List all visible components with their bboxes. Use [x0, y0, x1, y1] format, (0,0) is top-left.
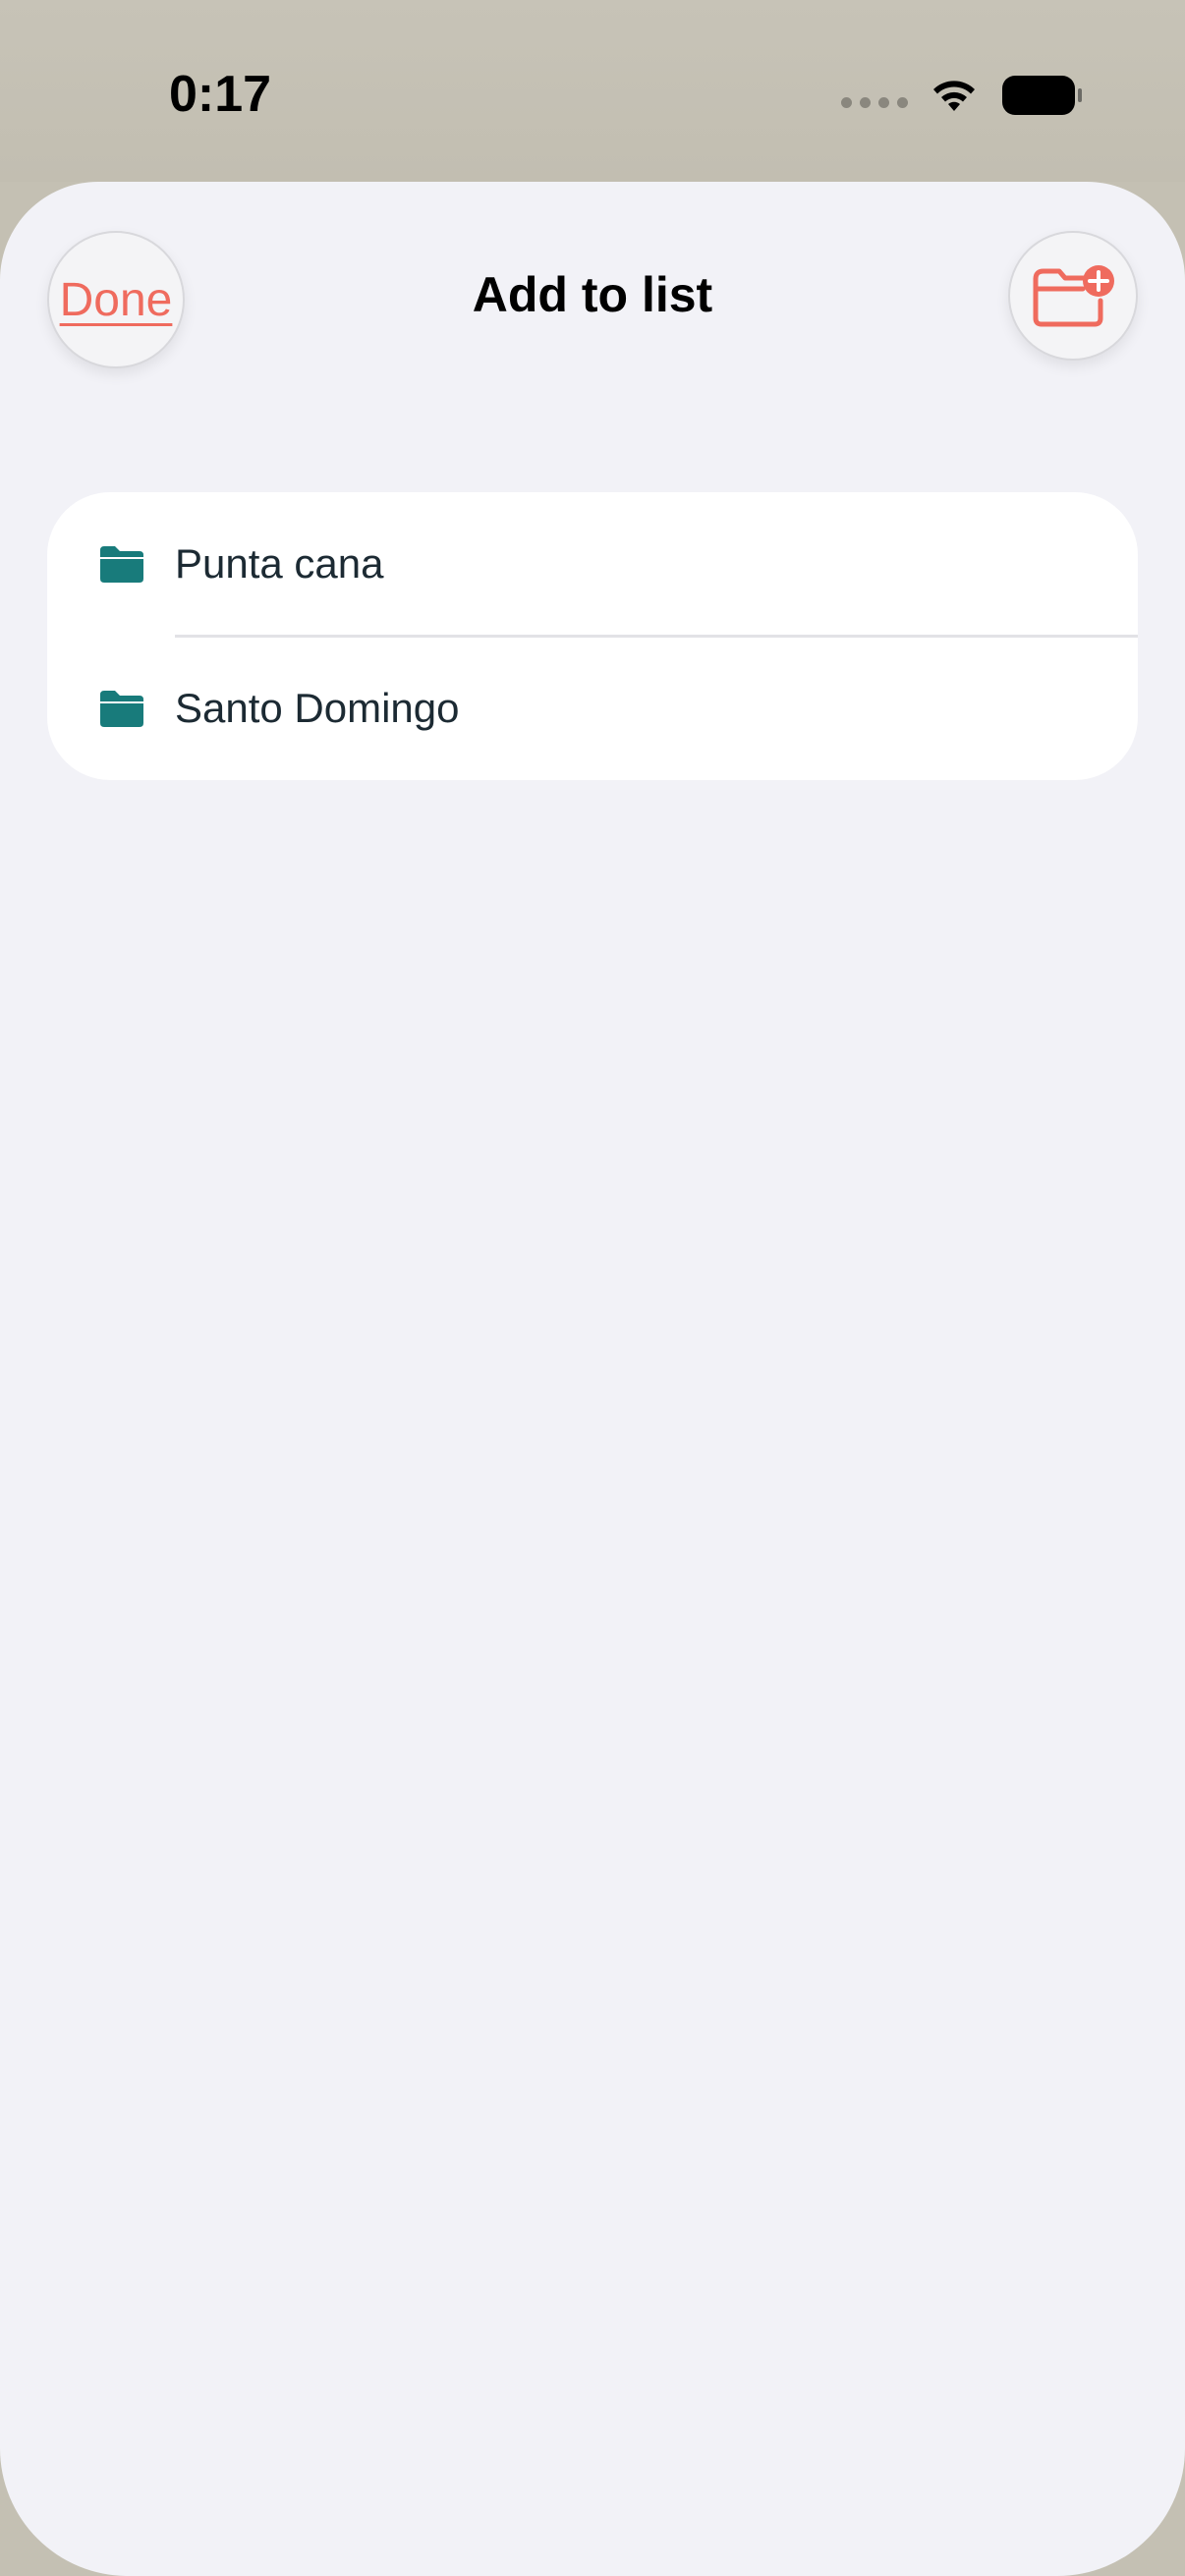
- battery-icon: [1002, 76, 1082, 115]
- status-icons: [841, 71, 1083, 120]
- folder-plus-icon: [1033, 265, 1114, 327]
- list-item-label: Santo Domingo: [175, 685, 460, 731]
- add-to-list-sheet: Done Add to list Punta cana Santo Doming…: [0, 182, 1185, 2576]
- lists-card: Punta cana Santo Domingo: [47, 492, 1138, 780]
- cellular-signal-icon: [841, 96, 908, 108]
- folder-icon: [100, 546, 143, 583]
- wifi-icon: [933, 81, 975, 111]
- folder-icon: [100, 691, 143, 727]
- new-folder-button[interactable]: [1008, 231, 1138, 361]
- list-item-label: Punta cana: [175, 540, 384, 587]
- status-time: 0:17: [169, 66, 272, 123]
- list-item-santo-domingo[interactable]: Santo Domingo: [47, 637, 1138, 780]
- nav-bar: Done Add to list: [0, 182, 1185, 418]
- list-item-punta-cana[interactable]: Punta cana: [47, 492, 1138, 636]
- status-bar: 0:17: [0, 0, 1185, 182]
